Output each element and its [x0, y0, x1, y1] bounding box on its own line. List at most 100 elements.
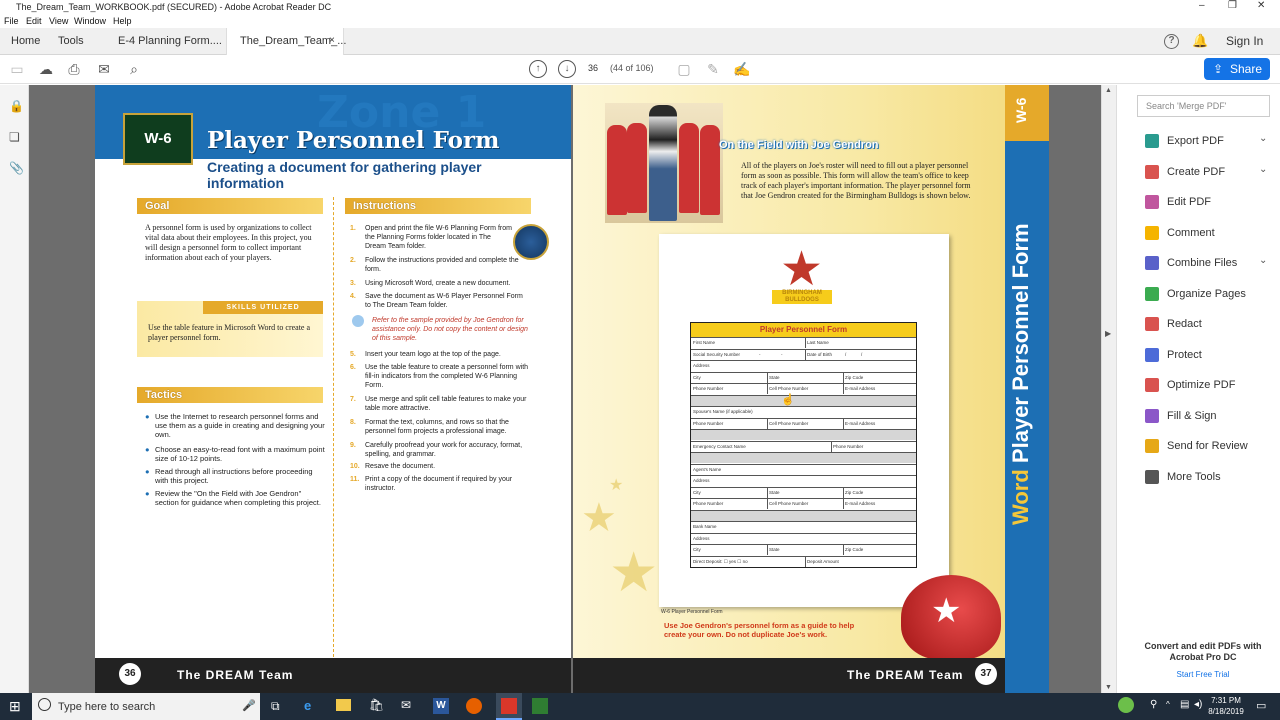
tray-help-icon[interactable] [1118, 697, 1134, 713]
player-figure [679, 123, 699, 213]
minimize-icon[interactable]: – [1199, 0, 1205, 11]
edge-icon[interactable]: e [304, 698, 311, 713]
chevron-down-icon[interactable]: ⌄ [1259, 164, 1267, 175]
restore-icon[interactable]: ❐ [1228, 0, 1237, 11]
form-row: Social Security Number - - Date of Birth / / [691, 348, 916, 360]
tool-item[interactable]: More Tools [1137, 468, 1277, 488]
file-explorer-icon[interactable] [336, 699, 351, 711]
collapse-panel-icon[interactable]: ▶ [1105, 329, 1111, 338]
notification-bell-icon[interactable]: 🔔 [1192, 33, 1208, 49]
sign-icon[interactable]: ✍ [733, 60, 751, 78]
scroll-down-icon[interactable]: ▼ [1105, 684, 1112, 691]
tools-search-input[interactable]: Search 'Merge PDF' [1137, 95, 1270, 117]
tab-home[interactable]: Home [11, 28, 40, 55]
instruction-text: Resave the document. [365, 463, 436, 470]
chevron-down-icon[interactable]: ⌄ [1259, 255, 1267, 266]
tool-item[interactable]: Fill & Sign [1137, 407, 1277, 427]
form-cell-label: City [693, 547, 701, 552]
page-36: Zone 1 W-6 Player Personnel Form Creatin… [95, 85, 571, 693]
page-number-input[interactable]: 36 [588, 63, 598, 73]
tool-item[interactable]: Combine Files ⌄ [1137, 254, 1277, 274]
skills-heading: SKILLS UTILIZED [203, 301, 323, 314]
upload-icon[interactable]: ☁ [37, 60, 55, 78]
action-center-icon[interactable]: ▭ [1256, 699, 1266, 712]
form-cell-label: Deposit Amount [807, 558, 839, 564]
pen-icon[interactable]: ✎ [704, 60, 722, 78]
camtasia-icon[interactable] [532, 698, 548, 714]
previous-page-icon[interactable]: ↑ [529, 60, 547, 78]
taskbar-search-input[interactable]: Type here to search 🎤 [32, 693, 260, 720]
free-trial-link[interactable]: Start Free Trial [1143, 670, 1263, 679]
tool-item[interactable]: Send for Review [1137, 437, 1277, 457]
tool-item[interactable]: Redact [1137, 315, 1277, 335]
help-icon[interactable]: ? [1164, 34, 1179, 49]
form-row [691, 429, 916, 440]
word-icon[interactable]: W [433, 698, 449, 714]
comment-icon[interactable]: ▢ [675, 60, 693, 78]
form-cell-label: - [759, 351, 761, 357]
tool-item[interactable]: Create PDF ⌄ [1137, 163, 1277, 183]
form-cell-divider [805, 348, 806, 360]
email-icon[interactable]: ✉ [95, 60, 113, 78]
attachment-icon[interactable]: 📎 [9, 161, 24, 175]
scroll-up-icon[interactable]: ▲ [1105, 87, 1112, 94]
share-label: Share [1230, 62, 1263, 76]
tool-item[interactable]: Organize Pages [1137, 285, 1277, 305]
store-icon[interactable]: 🛍 [369, 698, 384, 712]
tool-item[interactable]: Export PDF ⌄ [1137, 132, 1277, 152]
acrobat-taskbar-button[interactable] [496, 693, 522, 720]
next-page-icon[interactable]: ↓ [558, 60, 576, 78]
tool-item[interactable]: Optimize PDF [1137, 376, 1277, 396]
form-cell-divider [805, 337, 806, 348]
lock-icon[interactable]: 🔒 [9, 99, 24, 113]
chevron-down-icon[interactable]: ⌄ [1259, 133, 1267, 144]
tab-tools[interactable]: Tools [58, 28, 84, 55]
firefox-icon[interactable] [466, 698, 482, 714]
goal-text: A personnel form is used by organization… [145, 223, 312, 262]
pages-icon[interactable]: ❏ [9, 130, 20, 144]
form-row: City State Zip Code [691, 371, 916, 383]
share-button[interactable]: ⇪ Share [1204, 58, 1270, 80]
sign-in-link[interactable]: Sign In [1226, 34, 1263, 48]
instruction-text: Format the text, columns, and rows so th… [365, 419, 509, 435]
menu-edit[interactable]: Edit [26, 16, 42, 26]
tab-dream-team[interactable]: The_Dream_Team_... × [226, 28, 346, 56]
save-icon[interactable]: ▭ [8, 60, 26, 78]
windows-start-icon[interactable]: ⊞ [9, 698, 21, 715]
menu-file[interactable]: File [4, 16, 19, 26]
zoom-search-icon[interactable]: ⌕ [125, 60, 143, 78]
tab-close-icon[interactable]: × [329, 35, 335, 46]
form-cell-label: First Name [693, 340, 716, 345]
network-icon[interactable]: ▤ [1180, 699, 1189, 710]
tool-icon [1145, 286, 1159, 301]
tab-e4-planning-form[interactable]: E-4 Planning Form.... [118, 28, 222, 55]
people-icon[interactable]: ⚲ [1150, 699, 1157, 710]
close-window-icon[interactable]: ✕ [1257, 0, 1265, 11]
form-row: Phone Number Cell Phone Number E-mail Addr… [691, 498, 916, 509]
menu-help[interactable]: Help [113, 16, 132, 26]
microphone-icon[interactable]: 🎤 [242, 699, 256, 712]
tool-label: Protect [1167, 348, 1202, 361]
volume-icon[interactable]: ◂) [1194, 699, 1202, 710]
tool-item[interactable]: Edit PDF [1137, 193, 1277, 213]
menu-view[interactable]: View [49, 16, 68, 26]
mail-icon[interactable]: ✉ [401, 698, 411, 712]
clock-date[interactable]: 8/18/2019 [1203, 707, 1249, 716]
tool-label: More Tools [1167, 470, 1221, 483]
instruction-text: Open and print the file W-6 Planning For… [365, 225, 512, 250]
print-icon[interactable]: ⎙ [65, 60, 83, 78]
tool-item[interactable]: Protect [1137, 346, 1277, 366]
vertical-scrollbar[interactable]: ▲ ▼ [1101, 85, 1116, 693]
menu-window[interactable]: Window [74, 16, 106, 26]
tool-item[interactable]: Comment [1137, 224, 1277, 244]
form-cell-label: Cell Phone Number [769, 420, 809, 426]
form-cell-label: / [845, 351, 847, 357]
task-view-icon[interactable]: ⧉ [271, 699, 280, 714]
clock-time[interactable]: 7:31 PM [1208, 696, 1244, 705]
form-row: Direct Deposit: ☐ yes ☐ no Deposit Amount [691, 555, 916, 567]
instruction-text: Print a copy of the document if required… [365, 476, 513, 492]
form-cell-label: State [769, 547, 780, 552]
tool-icon [1145, 439, 1159, 453]
cortana-icon [38, 698, 51, 711]
tray-chevron-icon[interactable]: ^ [1166, 700, 1170, 709]
